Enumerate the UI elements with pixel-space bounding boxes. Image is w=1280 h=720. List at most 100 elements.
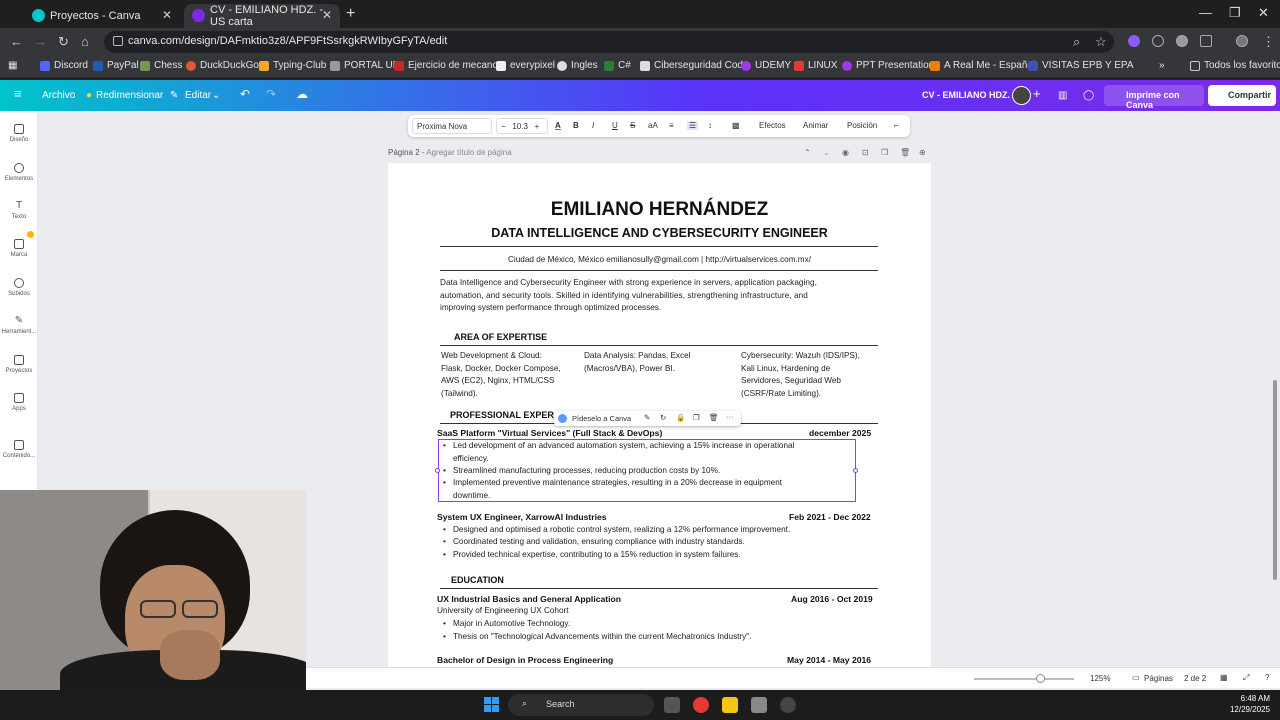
sidebar-item-contenido[interactable]: Contenido... [0, 440, 38, 459]
extensions-puzzle-icon[interactable] [1200, 35, 1212, 47]
close-icon[interactable]: ✕ [162, 8, 172, 22]
address-bar[interactable]: canva.com/design/DAFmktio3z8/APF9FtSsrkg… [104, 31, 1114, 53]
zoom-level[interactable]: 125% [1090, 674, 1110, 683]
cv-name[interactable]: EMILIANO HERNÁNDEZ [388, 199, 931, 221]
list-item[interactable]: Thesis on "Technological Advancements wi… [443, 631, 751, 644]
list-icon[interactable]: ☰ [687, 121, 699, 130]
cv-contact[interactable]: Ciudad de México, México emilianosully@g… [388, 255, 931, 264]
italic-icon[interactable]: I [592, 121, 594, 130]
section-heading-expertise[interactable]: AREA OF EXPERTISE [454, 332, 547, 342]
cv-job-title[interactable]: DATA INTELLIGENCE AND CYBERSECURITY ENGI… [388, 226, 931, 240]
list-item[interactable]: Provided technical expertise, contributi… [443, 549, 741, 562]
pages-button[interactable]: Páginas [1144, 674, 1173, 683]
bookmark-everypixel[interactable]: everypixel [496, 60, 555, 71]
fullscreen-icon[interactable]: ⤢ [1243, 673, 1249, 683]
app-icon[interactable] [751, 697, 767, 713]
position-button[interactable]: Posición [847, 121, 877, 130]
forward-icon[interactable]: → [34, 34, 47, 49]
menu-archivo[interactable]: Archivo [42, 90, 75, 101]
expertise-col-security[interactable]: Cybersecurity: Wazuh (IDS/IPS), Kali Lin… [741, 350, 860, 400]
bold-icon[interactable]: B [573, 121, 579, 130]
effects-button[interactable]: Efectos [759, 121, 786, 130]
sidebar-item-elementos[interactable]: Elementos [0, 163, 38, 182]
section-heading-education[interactable]: EDUCATION [451, 575, 504, 585]
bookmark-discord[interactable]: Discord [40, 60, 88, 71]
strikethrough-icon[interactable]: S [630, 121, 635, 130]
analytics-icon[interactable]: ▥ [1058, 90, 1067, 101]
delete-icon[interactable]: 🗑 [709, 413, 719, 422]
list-item[interactable]: Streamlined manufacturing processes, red… [443, 465, 720, 478]
tab-cv[interactable]: CV - EMILIANO HDZ. - US carta ✕ [184, 4, 340, 28]
education-date[interactable]: May 2014 - May 2016 [787, 655, 871, 665]
list-item[interactable]: Major in Automotive Technology. [443, 618, 570, 631]
undo-icon[interactable]: ↶ [240, 87, 250, 101]
job-title[interactable]: System UX Engineer, XarrowAI Industries [437, 512, 607, 522]
bookmarks-overflow-icon[interactable]: » [1159, 60, 1165, 71]
bookmark-ejercicio[interactable]: Ejercicio de mecano... [394, 60, 506, 71]
print-with-canva-button[interactable]: Imprime con Canva [1104, 85, 1204, 110]
sidebar-item-texto[interactable]: T Texto [0, 201, 38, 221]
section-heading-experience[interactable]: PROFESSIONAL EXPER [450, 410, 554, 420]
page-title-input[interactable]: Agregar título de página [426, 148, 511, 157]
bookmark-typing-club[interactable]: Typing-Club [259, 60, 326, 71]
lock-icon[interactable]: 🔒 [676, 413, 685, 422]
job-date[interactable]: Feb 2021 - Dec 2022 [789, 512, 871, 522]
education-title[interactable]: UX Industrial Basics and General Applica… [437, 594, 621, 604]
profile-avatar-icon[interactable] [1236, 35, 1248, 47]
add-collaborator-icon[interactable]: + [1033, 86, 1041, 101]
more-options-icon[interactable]: ··· [726, 412, 734, 421]
chrome-icon[interactable] [693, 697, 709, 713]
system-clock[interactable]: 6:48 AM 12/29/2025 [1230, 693, 1270, 715]
bookmark-portal-up[interactable]: PORTAL UP [330, 60, 399, 71]
spacing-icon[interactable]: ↕ [708, 121, 712, 130]
education-date[interactable]: Aug 2016 - Oct 2019 [791, 594, 873, 604]
bookmark-paypal[interactable]: PayPal [93, 60, 139, 71]
animate-button[interactable]: Animar [803, 121, 828, 130]
new-tab-icon[interactable]: + [346, 5, 355, 23]
sidebar-item-diseno[interactable]: Diseño [0, 124, 38, 143]
job-date[interactable]: december 2025 [809, 428, 871, 438]
comment-icon[interactable]: ◯ [1083, 90, 1094, 101]
bookmark-linux[interactable]: LINUX [794, 60, 837, 71]
bookmark-csharp[interactable]: C# [604, 60, 631, 71]
cv-summary[interactable]: Data Intelligence and Cybersecurity Engi… [440, 277, 817, 315]
bookmark-visitas[interactable]: VISITAS EPB Y EPA [1028, 60, 1134, 71]
bookmark-a-real-me[interactable]: A Real Me - Español [930, 60, 1035, 71]
font-size-stepper[interactable]: − 10.3 + [496, 118, 548, 134]
extension-icon[interactable] [1176, 35, 1188, 47]
bookmark-duckduckgo[interactable]: DuckDuckGo [186, 60, 259, 71]
bookmark-udemy[interactable]: UDEMY [741, 60, 791, 71]
text-color-icon[interactable]: A [555, 121, 561, 130]
sidebar-item-apps[interactable]: Apps [0, 393, 38, 412]
case-icon[interactable]: aA [648, 121, 658, 130]
delete-page-icon[interactable]: 🗑 [900, 148, 910, 157]
extension-icon[interactable] [1152, 35, 1164, 47]
vertical-scrollbar[interactable] [1273, 380, 1277, 580]
align-icon[interactable]: ≡ [669, 121, 674, 130]
chevron-down-icon[interactable]: ⌄ [212, 90, 220, 101]
sidebar-item-proyectos[interactable]: Proyectos [0, 355, 38, 374]
all-bookmarks-folder[interactable]: Todos los favoritos [1190, 60, 1280, 71]
bookmark-ingles[interactable]: Ingles [557, 60, 598, 71]
zoom-icon[interactable]: ⌕ [1073, 34, 1080, 50]
menu-editar[interactable]: Editar [185, 90, 211, 101]
close-icon[interactable]: ✕ [322, 8, 332, 22]
redo-icon[interactable]: ↷ [266, 87, 276, 101]
tab-proyectos[interactable]: Proyectos - Canva ✕ [24, 4, 180, 28]
reload-icon[interactable]: ↻ [58, 34, 69, 50]
file-explorer-icon[interactable] [722, 697, 738, 713]
windows-start-icon[interactable] [484, 697, 500, 713]
list-item[interactable]: Led development of an advanced automatio… [443, 440, 794, 465]
menu-redimensionar[interactable]: Redimensionar [96, 90, 163, 101]
back-icon[interactable]: ← [10, 34, 23, 49]
zoom-slider-handle[interactable] [1036, 674, 1045, 683]
close-window-icon[interactable]: ✕ [1258, 5, 1269, 21]
sidebar-item-marca[interactable]: Marca [0, 239, 38, 258]
list-item[interactable]: Coordinated testing and validation, ensu… [443, 536, 745, 549]
lock-page-icon[interactable]: ⊡ [862, 148, 869, 157]
expertise-col-web[interactable]: Web Development & Cloud: Flask, Docker, … [441, 350, 561, 400]
cloud-saved-icon[interactable]: ☁ [296, 87, 308, 101]
list-item[interactable]: Implemented preventive maintenance strat… [443, 477, 782, 502]
maximize-icon[interactable]: ❐ [1229, 5, 1241, 21]
rotate-icon[interactable]: ↻ [660, 413, 666, 422]
